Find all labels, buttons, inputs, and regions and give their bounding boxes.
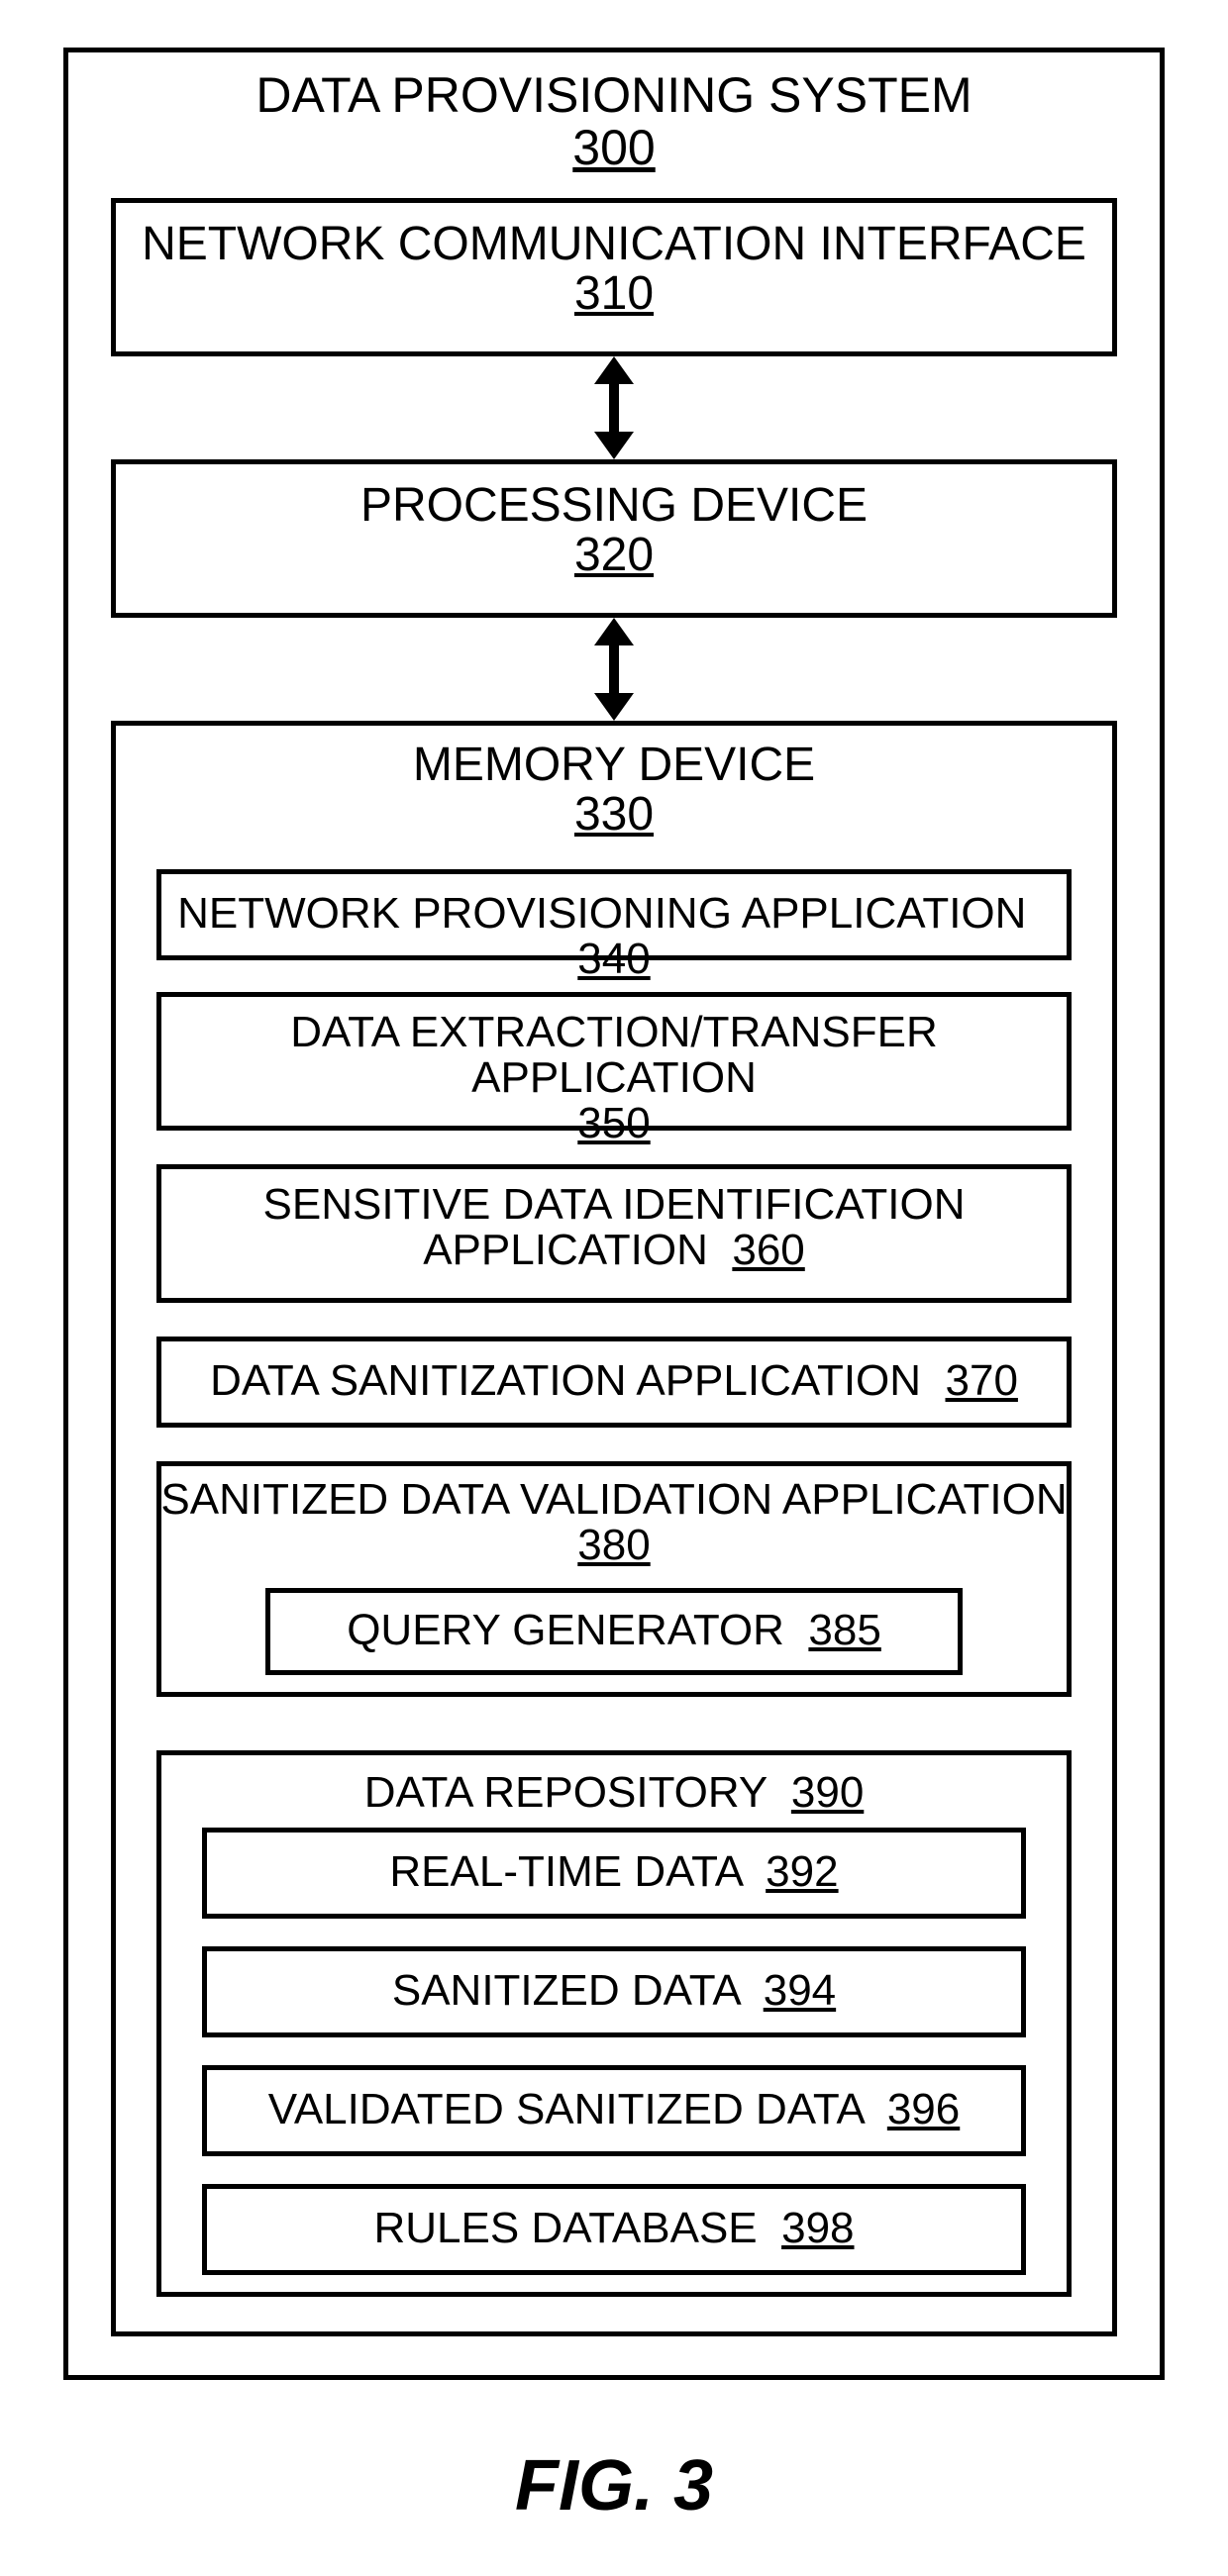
sdia-label: SENSITIVE DATA IDENTIFICATION APPLICATIO… — [156, 1182, 1072, 1273]
qg-label: QUERY GENERATOR 385 — [265, 1608, 963, 1653]
vsd-label: VALIDATED SANITIZED DATA 396 — [202, 2087, 1026, 2132]
npa-num: 340 — [577, 937, 650, 982]
proc-label: PROCESSING DEVICE 320 — [111, 481, 1117, 581]
repo-title: DATA REPOSITORY — [364, 1768, 768, 1817]
figure-caption: FIG. 3 — [0, 2445, 1228, 2526]
arrow-proc-mem — [602, 618, 626, 721]
repo-label: DATA REPOSITORY 390 — [156, 1770, 1072, 1816]
sdia-num: 360 — [732, 1228, 804, 1273]
rdb-num: 398 — [781, 2206, 854, 2251]
mem-num: 330 — [574, 790, 654, 840]
qg-title: QUERY GENERATOR — [347, 1606, 784, 1654]
npa-label: NETWORK PROVISIONING APPLICATION 340 — [156, 891, 1072, 982]
rdb-title: RULES DATABASE — [373, 2204, 757, 2252]
sdva-title: SANITIZED DATA VALIDATION APPLICATION — [156, 1477, 1072, 1523]
deta-num: 350 — [577, 1101, 650, 1146]
san-num: 394 — [764, 1968, 836, 2014]
npa-title: NETWORK PROVISIONING APPLICATION — [177, 889, 1026, 938]
proc-num: 320 — [574, 531, 654, 580]
arrow-nci-proc — [602, 356, 626, 459]
sdva-num: 380 — [577, 1523, 650, 1568]
rt-label: REAL-TIME DATA 392 — [202, 1849, 1026, 1895]
nci-label: NETWORK COMMUNICATION INTERFACE 310 — [111, 220, 1117, 320]
dsa-title: DATA SANITIZATION APPLICATION — [210, 1356, 921, 1405]
vsd-title: VALIDATED SANITIZED DATA — [268, 2085, 864, 2133]
deta-title: DATA EXTRACTION/TRANSFER APPLICATION — [156, 1010, 1072, 1101]
diagram-canvas: DATA PROVISIONING SYSTEM 300 NETWORK COM… — [0, 0, 1228, 2576]
rdb-label: RULES DATABASE 398 — [202, 2206, 1026, 2251]
mem-label: MEMORY DEVICE 330 — [111, 741, 1117, 841]
rt-title: REAL-TIME DATA — [389, 1847, 741, 1896]
proc-title: PROCESSING DEVICE — [111, 481, 1117, 531]
system-title: DATA PROVISIONING SYSTEM — [63, 69, 1165, 122]
rt-num: 392 — [766, 1849, 838, 1895]
sdia-title2: APPLICATION — [423, 1226, 708, 1274]
vsd-num: 396 — [887, 2087, 960, 2132]
sdia-title1: SENSITIVE DATA IDENTIFICATION — [156, 1182, 1072, 1228]
system-label: DATA PROVISIONING SYSTEM 300 — [63, 69, 1165, 173]
nci-num: 310 — [574, 269, 654, 319]
system-num: 300 — [572, 122, 655, 174]
repo-num: 390 — [791, 1770, 864, 1816]
san-title: SANITIZED DATA — [392, 1966, 739, 2015]
dsa-label: DATA SANITIZATION APPLICATION 370 — [156, 1358, 1072, 1404]
dsa-num: 370 — [946, 1358, 1018, 1404]
mem-title: MEMORY DEVICE — [111, 741, 1117, 790]
deta-label: DATA EXTRACTION/TRANSFER APPLICATION 350 — [156, 1010, 1072, 1147]
sdva-label: SANITIZED DATA VALIDATION APPLICATION 38… — [156, 1477, 1072, 1568]
nci-title: NETWORK COMMUNICATION INTERFACE — [111, 220, 1117, 269]
san-label: SANITIZED DATA 394 — [202, 1968, 1026, 2014]
qg-num: 385 — [808, 1608, 880, 1653]
